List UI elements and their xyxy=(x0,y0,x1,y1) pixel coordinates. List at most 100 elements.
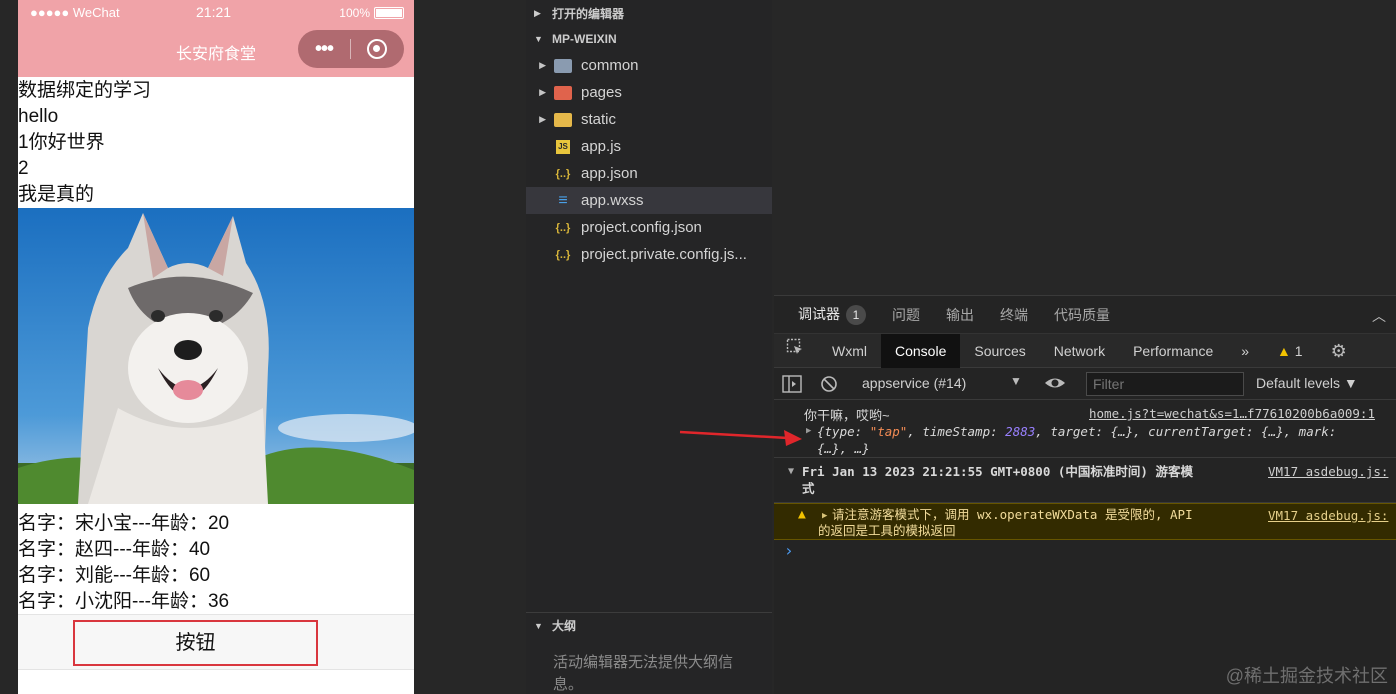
log-text: 你干嘛，哎哟~ xyxy=(804,408,890,423)
obj-type-value: "tap" xyxy=(869,424,908,439)
tree-item-app-wxss[interactable]: ≡ app.wxss xyxy=(526,187,772,214)
panel-tabs: Wxml Console Sources Network Performance… xyxy=(774,333,1396,368)
warning-count: 1 xyxy=(1294,342,1303,359)
tab-label: 调试器 xyxy=(798,306,840,322)
section-label: 打开的编辑器 xyxy=(552,6,625,21)
phone-simulator: ●●●●● WeChat 21:21 100% 长安府食堂 ••• 数据绑定的学… xyxy=(18,0,414,694)
tab-sources[interactable]: Sources xyxy=(960,334,1039,368)
eye-icon[interactable] xyxy=(1044,374,1066,395)
tab-problems[interactable]: 问题 xyxy=(892,305,920,325)
battery-indicator: 100% xyxy=(339,6,404,20)
battery-percent: 100% xyxy=(339,6,370,20)
tab-output[interactable]: 输出 xyxy=(946,305,974,325)
tree-item-static[interactable]: ▶ static xyxy=(526,106,772,133)
tree-item-label: pages xyxy=(581,84,622,101)
battery-icon xyxy=(374,7,404,19)
log-group[interactable]: ▼ Fri Jan 13 2023 21:21:55 GMT+0800 (中国标… xyxy=(774,458,1396,503)
debugger-badge: 1 xyxy=(846,305,866,325)
warning-icon: ▲ xyxy=(1277,342,1291,359)
log-object[interactable]: {type: "tap", timeStamp: 2883, target: {… xyxy=(817,423,1389,457)
tree-item-label: app.json xyxy=(581,165,638,182)
warning-line: 请注意游客模式下，调用 wx.operateWXData 是受限的, API xyxy=(832,507,1193,522)
tree-item-label: app.wxss xyxy=(581,192,644,209)
filter-input[interactable] xyxy=(1086,372,1244,396)
tab-console[interactable]: Console xyxy=(881,333,961,368)
log-entry: 你干嘛，哎哟~ home.js?t=wechat&s=1…f77610200b6… xyxy=(774,400,1396,458)
chevron-down-icon[interactable]: ▼ xyxy=(1010,374,1022,388)
list-item: 名字：宋小宝---年龄：20 xyxy=(18,513,230,534)
list-item: 名字：刘能---年龄：60 xyxy=(18,565,211,586)
nav-bar: 长安府食堂 ••• xyxy=(18,26,414,77)
expand-icon[interactable]: ▶ xyxy=(822,511,827,521)
source-link[interactable]: VM17 asdebug.js: xyxy=(1268,464,1388,479)
source-link[interactable]: VM17 asdebug.js: xyxy=(1268,508,1388,523)
console-prompt-row[interactable]: › xyxy=(774,540,1396,564)
tree-item-pages[interactable]: ▶ pages xyxy=(526,79,772,106)
sidebar-toggle-icon[interactable] xyxy=(782,375,802,396)
status-time: 21:21 xyxy=(196,4,232,20)
console-prompt[interactable]: › xyxy=(784,541,794,560)
chevron-right-icon: ▶ xyxy=(539,60,546,70)
obj-text: , timeStamp: xyxy=(907,424,1006,439)
log-levels-select[interactable]: Default levels ▼ xyxy=(1256,375,1358,391)
json-file-icon: {..} xyxy=(555,248,571,261)
warning-counter[interactable]: ▲ 1 xyxy=(1263,334,1317,368)
list-item: 名字：赵四---年龄：40 xyxy=(18,539,211,560)
chevron-right-icon: ▶ xyxy=(534,7,541,18)
button-area: 按钮 xyxy=(18,614,414,670)
console-toolbar: appservice (#14) ▼ Default levels ▼ xyxy=(774,368,1396,400)
tree-item-common[interactable]: ▶ common xyxy=(526,52,772,79)
json-file-icon: {..} xyxy=(555,221,571,234)
gear-icon[interactable]: ⚙ xyxy=(1317,334,1361,368)
tab-debugger[interactable]: 调试器 1 xyxy=(798,304,866,325)
tab-code-quality[interactable]: 代码质量 xyxy=(1054,305,1110,325)
devtools-top-tabs: 调试器 1 问题 输出 终端 代码质量 ︿ xyxy=(774,296,1396,334)
open-editors-section[interactable]: ▶ 打开的编辑器 xyxy=(526,0,772,26)
group-line: Fri Jan 13 2023 21:21:55 GMT+0800 (中国标准时… xyxy=(802,464,1193,479)
tap-button[interactable]: 按钮 xyxy=(73,620,318,666)
tab-terminal[interactable]: 终端 xyxy=(1000,305,1028,325)
project-section[interactable]: ▼ MP-WEIXIN xyxy=(526,26,772,52)
source-link[interactable]: home.js?t=wechat&s=1…f77610200b6a009:1 xyxy=(1089,406,1375,421)
chevron-down-icon[interactable]: ▼ xyxy=(788,466,794,477)
close-app-icon[interactable] xyxy=(367,39,387,59)
text-line: 2 xyxy=(18,158,29,179)
people-list: 名字：宋小宝---年龄：20 名字：赵四---年龄：40 名字：刘能---年龄：… xyxy=(18,511,414,615)
inspect-element-icon[interactable] xyxy=(774,334,818,368)
tree-item-label: common xyxy=(581,57,639,74)
tree-item-app-json[interactable]: {..} app.json xyxy=(526,160,772,187)
obj-text: , target: {…}, currentTarget: {…}, mark: xyxy=(1035,424,1337,439)
folder-static-icon xyxy=(554,112,572,127)
outline-section[interactable]: ▼ 大纲 xyxy=(526,612,772,638)
expand-icon[interactable]: ▶ xyxy=(806,426,811,436)
more-tabs-icon[interactable]: » xyxy=(1227,334,1263,368)
text-line: 1你好世界 xyxy=(18,132,105,153)
tree-item-label: project.private.config.js... xyxy=(581,246,747,263)
chevron-right-icon: ▶ xyxy=(539,87,546,97)
chevron-down-icon: ▼ xyxy=(534,620,543,631)
wxss-file-icon: ≡ xyxy=(558,191,568,209)
chevron-right-icon: ▶ xyxy=(539,114,546,124)
tree-item-label: static xyxy=(581,111,617,128)
clear-console-icon[interactable] xyxy=(820,375,838,396)
devtools-panel: 调试器 1 问题 输出 终端 代码质量 ︿ Wxml Console Source… xyxy=(774,295,1396,694)
warning-icon: ▲ xyxy=(798,507,806,522)
js-file-icon: JS xyxy=(556,139,570,154)
tree-item-app-js[interactable]: JS app.js xyxy=(526,133,772,160)
more-icon[interactable]: ••• xyxy=(298,38,350,61)
annotation-arrow xyxy=(679,430,802,446)
menu-capsule: ••• xyxy=(298,30,404,68)
context-select[interactable]: appservice (#14) xyxy=(862,375,966,391)
chevron-up-icon[interactable]: ︿ xyxy=(1372,306,1386,326)
tree-item-project-config[interactable]: {..} project.config.json xyxy=(526,214,772,241)
outline-message: 活动编辑器无法提供大纲信息。 xyxy=(553,654,734,693)
section-label: 大纲 xyxy=(552,619,577,633)
obj-text: {…}, …} xyxy=(817,441,870,456)
tab-performance[interactable]: Performance xyxy=(1119,334,1227,368)
tree-item-project-private-config[interactable]: {..} project.private.config.js... xyxy=(526,241,772,268)
tab-network[interactable]: Network xyxy=(1040,334,1119,368)
carrier-label: ●●●●● WeChat xyxy=(30,5,120,20)
tab-wxml[interactable]: Wxml xyxy=(818,334,881,368)
text-line: 数据绑定的学习 xyxy=(18,80,152,101)
text-line: 我是真的 xyxy=(18,184,95,205)
